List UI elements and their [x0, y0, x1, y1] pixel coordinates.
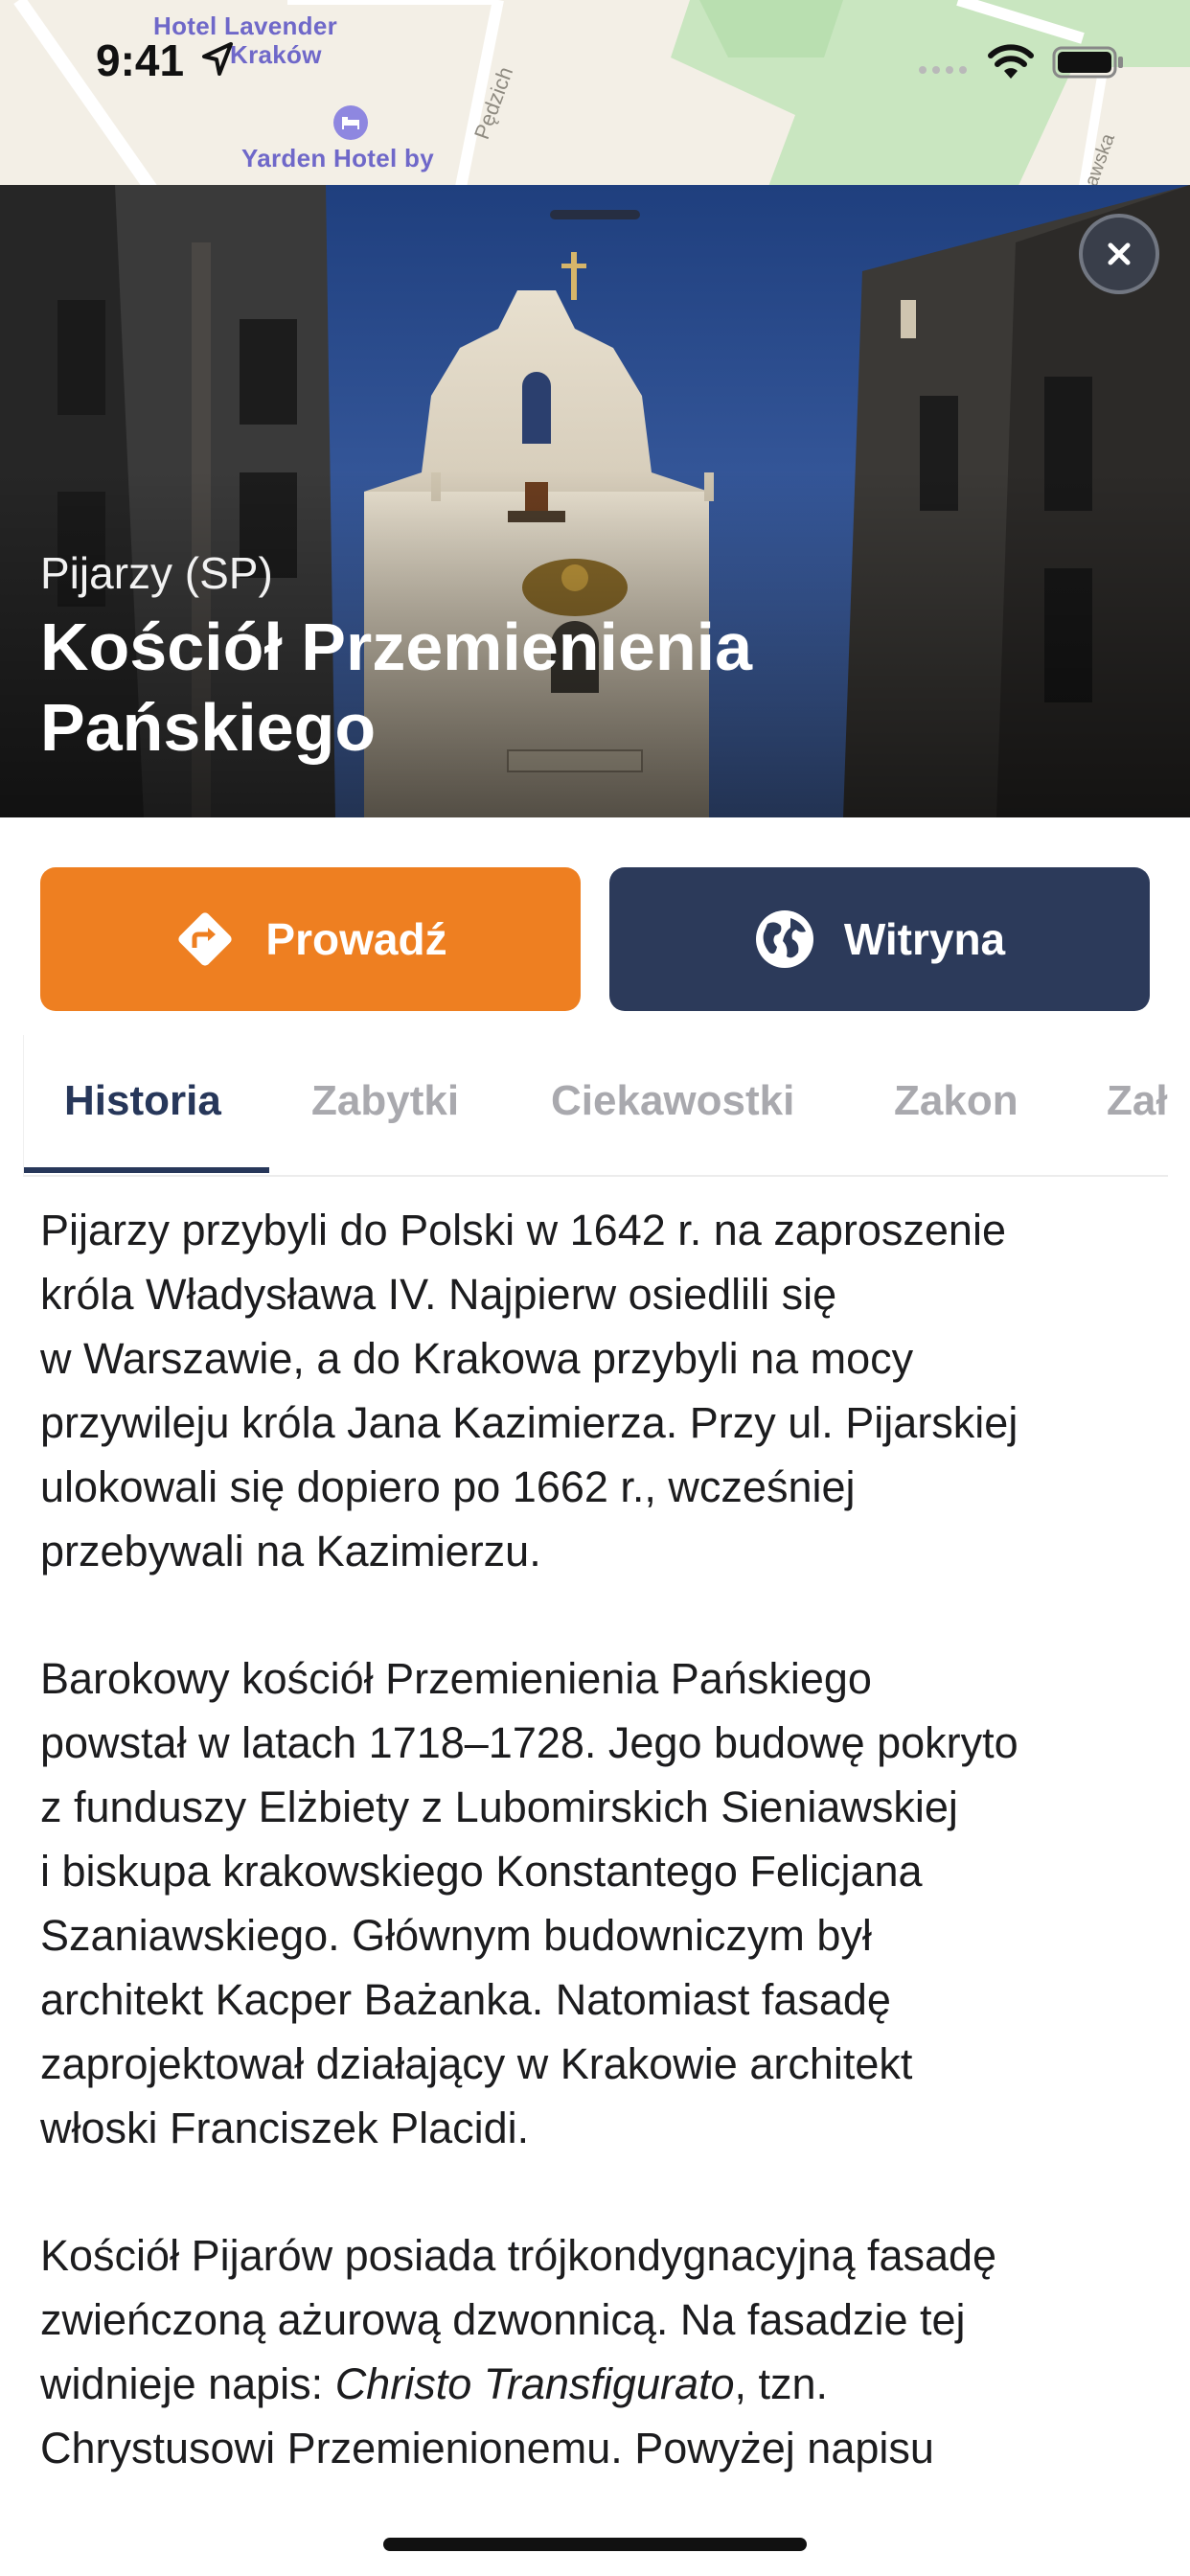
battery-icon — [1052, 46, 1123, 79]
text-fragment: widnieje napis: — [40, 2359, 335, 2408]
text-line: Barokowy kościół Przemienienia Pańskiego — [40, 1654, 872, 1703]
active-tab-indicator — [24, 1167, 269, 1173]
tab-zabytki[interactable]: Zabytki — [311, 1077, 459, 1125]
text-line: Kościół Pijarów posiada trójkondygnacyjn… — [40, 2231, 997, 2280]
status-time: 9:41 — [96, 35, 185, 85]
text-line: z funduszy Elżbiety z Lubomirskich Sieni… — [40, 1782, 958, 1831]
directions-button-label: Prowadź — [265, 914, 447, 964]
text-line: w Warszawie, a do Krakowa przybyli na mo… — [40, 1334, 914, 1383]
text-line: króla Władysława IV. Najpierw osiedlili … — [40, 1270, 837, 1319]
content-tabs: Historia Zabytki Ciekawostki Zakon Zał — [23, 1035, 1168, 1177]
directions-diamond-icon — [178, 912, 233, 966]
text-line: i biskupa krakowskiego Konstantego Felic… — [40, 1847, 923, 1896]
place-title-line-1: Kościół Przemienienia — [40, 610, 753, 684]
text-line: widnieje napis: Christo Transfigurato, t… — [40, 2352, 1161, 2416]
location-arrow-icon — [202, 42, 233, 76]
text-fragment: , tzn. — [734, 2359, 829, 2408]
text-line: zaprojektował działający w Krakowie arch… — [40, 2039, 913, 2088]
place-subtitle: Pijarzy (SP) — [40, 548, 273, 598]
wifi-icon — [988, 44, 1034, 79]
place-header: Pijarzy (SP) Kościół Przemienienia Pańsk… — [0, 185, 1190, 817]
latin-inscription: Christo Transfigurato — [334, 2359, 735, 2408]
text-line: przebywali na Kazimierzu. — [40, 1527, 541, 1576]
website-button[interactable]: Witryna — [609, 867, 1150, 1011]
map-hotel-label-2[interactable]: Yarden Hotel by — [241, 144, 434, 173]
text-line: zwieńczoną ażurową dzwonnicą. Na fasadzi… — [40, 2295, 966, 2344]
text-line: ulokowali się dopiero po 1662 r., wcześn… — [40, 1462, 856, 1511]
globe-icon — [755, 910, 813, 968]
history-text: Pijarzy przybyli do Polski w 1642 r. na … — [40, 1198, 1161, 2543]
tab-more[interactable]: Zał — [1107, 1077, 1168, 1125]
place-title: Kościół Przemienienia Pańskiego — [40, 607, 903, 768]
close-icon — [1108, 242, 1131, 265]
paragraph-3: Kościół Pijarów posiada trójkondygnacyjn… — [40, 2223, 1161, 2480]
text-line: włoski Franciszek Placidi. — [40, 2104, 530, 2152]
website-button-label: Witryna — [843, 914, 1006, 964]
close-button[interactable] — [1079, 214, 1159, 294]
text-line: Chrystusowi Przemienionemu. Powyżej napi… — [40, 2424, 934, 2472]
status-bar: 9:41 — [0, 29, 1190, 102]
paragraph-1: Pijarzy przybyli do Polski w 1642 r. na … — [40, 1198, 1161, 1583]
paragraph-2: Barokowy kościół Przemienienia Pańskiego… — [40, 1646, 1161, 2160]
text-line: architekt Kacper Bażanka. Natomiast fasa… — [40, 1975, 891, 2024]
home-indicator[interactable] — [383, 2538, 807, 2551]
tab-historia[interactable]: Historia — [64, 1077, 221, 1125]
tab-ciekawostki[interactable]: Ciekawostki — [551, 1077, 794, 1125]
sheet-grabber[interactable] — [550, 210, 640, 219]
text-line: powstał w latach 1718–1728. Jego budowę … — [40, 1718, 1018, 1767]
directions-button[interactable]: Prowadź — [40, 867, 581, 1011]
tab-zakon[interactable]: Zakon — [894, 1077, 1018, 1125]
text-line: Pijarzy przybyli do Polski w 1642 r. na … — [40, 1206, 1006, 1254]
hotel-bed-icon[interactable] — [333, 105, 368, 140]
signal-dots-icon — [919, 66, 967, 74]
text-line: Szaniawskiego. Głównym budowniczym był — [40, 1911, 872, 1960]
text-line: przywileju króla Jana Kazimierza. Przy u… — [40, 1398, 1018, 1447]
place-title-line-2: Pańskiego — [40, 690, 377, 765]
